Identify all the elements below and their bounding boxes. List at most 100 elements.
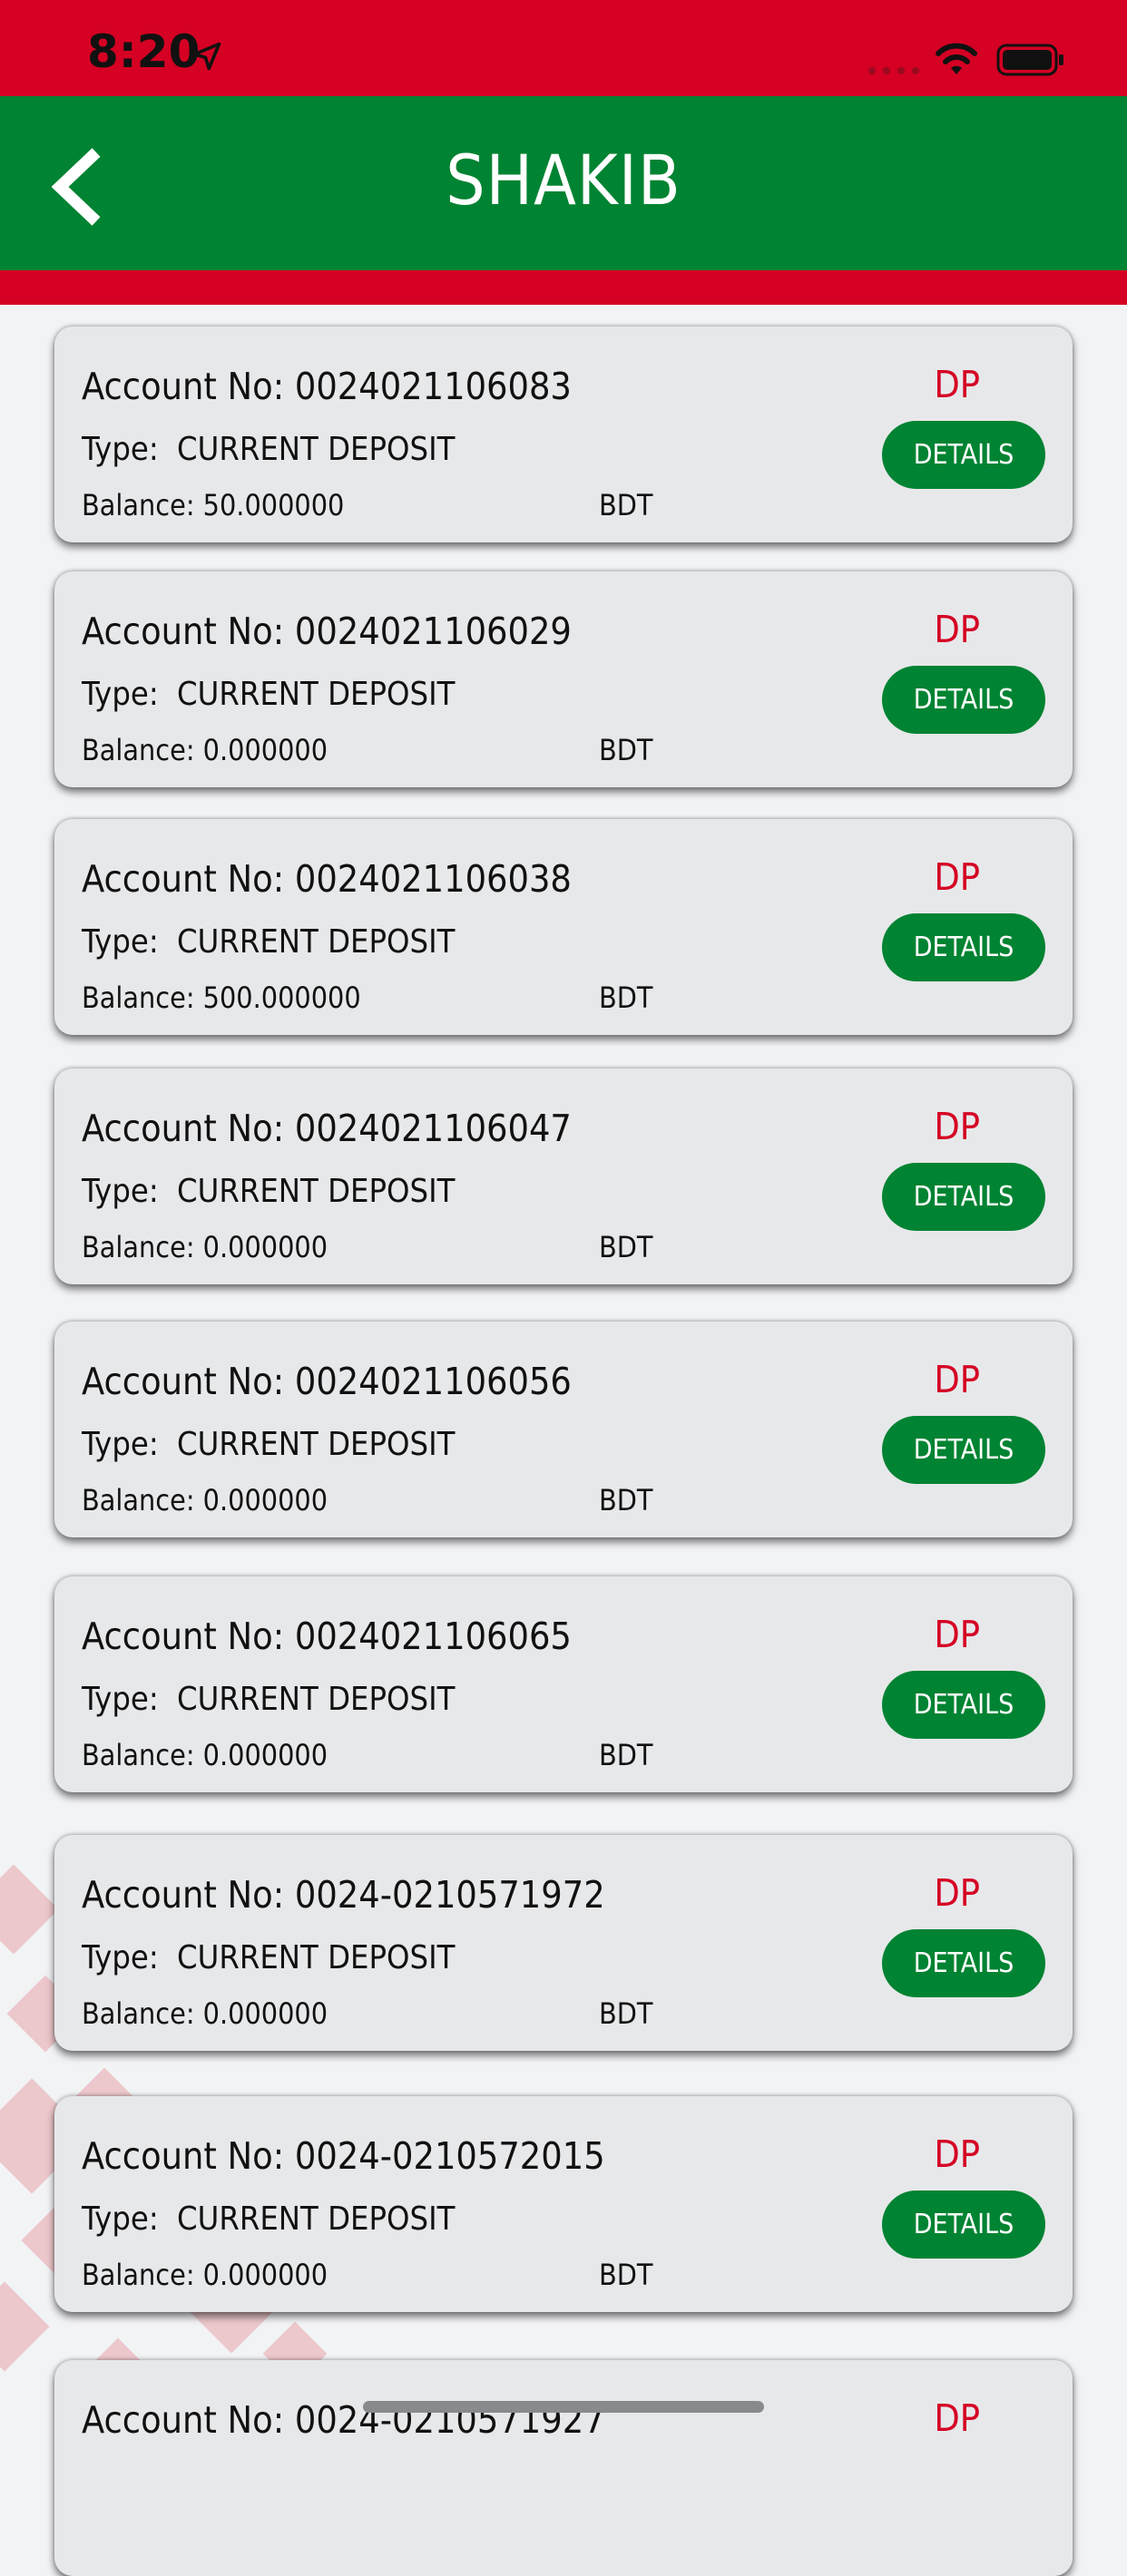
account-balance: Balance: 0.000000 [82,1483,328,1517]
balance-value: 0.000000 [202,733,328,767]
cellular-signal-icon [868,67,919,74]
account-number-value: 0024021106083 [294,365,572,408]
account-type-value: CURRENT DEPOSIT [177,2200,456,2238]
account-balance: Balance: 0.000000 [82,733,328,767]
nav-bar: SHAKIB [0,96,1127,270]
account-number-value: 0024021106038 [294,857,572,901]
account-list[interactable]: Account No: 0024021106083 Type: CURRENT D… [0,305,1127,2576]
account-card[interactable]: Account No: 0024-0210571972 Type: CURRENT… [54,1835,1073,2051]
battery-icon [996,44,1063,76]
account-number: Account No: 0024021106083 [82,365,572,408]
balance-value: 0.000000 [202,2258,328,2292]
account-type: Type: CURRENT DEPOSIT [82,676,455,713]
account-balance: Balance: 500.000000 [82,981,361,1015]
balance-value: 50.000000 [202,488,345,522]
account-type: Type: CURRENT DEPOSIT [82,1173,455,1210]
account-number-value: 0024021106029 [294,610,572,653]
status-time: 8:20 [87,25,201,78]
account-category-badge: DP [934,1871,980,1915]
account-card[interactable]: Account No: 0024021106047 Type: CURRENT D… [54,1068,1073,1284]
account-type-value: CURRENT DEPOSIT [177,1681,456,1718]
location-arrow-icon [192,42,221,71]
currency-code: BDT [599,981,653,1015]
balance-label: Balance: [82,981,203,1015]
account-card[interactable]: Account No: 0024021106083 Type: CURRENT D… [54,327,1073,542]
account-type: Type: CURRENT DEPOSIT [82,923,455,961]
currency-code: BDT [599,2258,653,2292]
account-number-value: 0024021106056 [294,1360,572,1403]
account-type-label: Type: [82,1426,159,1463]
balance-label: Balance: [82,1738,203,1772]
account-category-badge: DP [934,855,980,899]
account-number-label: Account No: [82,1615,295,1658]
account-type-value: CURRENT DEPOSIT [177,923,456,961]
account-number: Account No: 0024021106029 [82,610,572,653]
wifi-icon [936,43,977,74]
header-accent-strip [0,270,1127,305]
account-type-value: CURRENT DEPOSIT [177,1939,456,1976]
account-type-label: Type: [82,1939,159,1976]
account-balance: Balance: 0.000000 [82,1230,328,1264]
currency-code: BDT [599,1483,653,1517]
account-number-label: Account No: [82,610,295,653]
account-type: Type: CURRENT DEPOSIT [82,1681,455,1718]
balance-label: Balance: [82,1230,203,1264]
account-balance: Balance: 50.000000 [82,488,344,522]
page-title: SHAKIB [446,140,681,220]
account-balance: Balance: 0.000000 [82,1738,328,1772]
account-category-badge: DP [934,2132,980,2176]
details-button[interactable]: DETAILS [882,913,1045,981]
account-number-label: Account No: [82,2398,295,2442]
account-card[interactable]: Account No: 0024021106029 Type: CURRENT D… [54,571,1073,787]
currency-code: BDT [599,1996,653,2031]
account-type-label: Type: [82,923,159,961]
account-card[interactable]: Account No: 0024-0210571927 DP [54,2360,1073,2576]
account-card[interactable]: Account No: 0024021106056 Type: CURRENT D… [54,1322,1073,1537]
account-type-value: CURRENT DEPOSIT [177,431,456,468]
account-category-badge: DP [934,2396,980,2440]
account-type-label: Type: [82,431,159,468]
account-type-value: CURRENT DEPOSIT [177,676,456,713]
currency-code: BDT [599,733,653,767]
account-number-value: 0024-0210571972 [294,1873,605,1917]
account-card[interactable]: Account No: 0024021106065 Type: CURRENT D… [54,1576,1073,1792]
account-type: Type: CURRENT DEPOSIT [82,1426,455,1463]
account-type: Type: CURRENT DEPOSIT [82,431,455,468]
currency-code: BDT [599,488,653,522]
details-button[interactable]: DETAILS [882,1416,1045,1484]
account-category-badge: DP [934,1358,980,1401]
details-button[interactable]: DETAILS [882,1929,1045,1997]
account-category-badge: DP [934,1613,980,1656]
currency-code: BDT [599,1738,653,1772]
details-button[interactable]: DETAILS [882,666,1045,734]
status-bar: 8:20 [0,0,1127,96]
account-type: Type: CURRENT DEPOSIT [82,1939,455,1976]
account-number-label: Account No: [82,857,295,901]
details-button[interactable]: DETAILS [882,2191,1045,2259]
account-number-value: 0024021106065 [294,1615,572,1658]
account-number-value: 0024-0210572015 [294,2134,605,2178]
balance-value: 0.000000 [202,1996,328,2031]
home-indicator[interactable] [363,2401,764,2413]
account-category-badge: DP [934,608,980,651]
details-button[interactable]: DETAILS [882,421,1045,489]
account-category-badge: DP [934,1105,980,1148]
account-type-label: Type: [82,1681,159,1718]
account-category-badge: DP [934,363,980,406]
account-type-value: CURRENT DEPOSIT [177,1173,456,1210]
account-number: Account No: 0024021106038 [82,857,572,901]
balance-label: Balance: [82,733,203,767]
account-card[interactable]: Account No: 0024021106038 Type: CURRENT D… [54,819,1073,1035]
account-number: Account No: 0024021106047 [82,1107,572,1150]
account-balance: Balance: 0.000000 [82,2258,328,2292]
account-number: Account No: 0024-0210572015 [82,2134,605,2178]
account-number: Account No: 0024021106056 [82,1360,572,1403]
account-type-label: Type: [82,1173,159,1210]
account-number-label: Account No: [82,2134,295,2178]
details-button[interactable]: DETAILS [882,1671,1045,1739]
account-type-label: Type: [82,2200,159,2238]
balance-label: Balance: [82,2258,203,2292]
details-button[interactable]: DETAILS [882,1163,1045,1231]
account-card[interactable]: Account No: 0024-0210572015 Type: CURRENT… [54,2096,1073,2312]
account-number: Account No: 0024-0210571972 [82,1873,605,1917]
